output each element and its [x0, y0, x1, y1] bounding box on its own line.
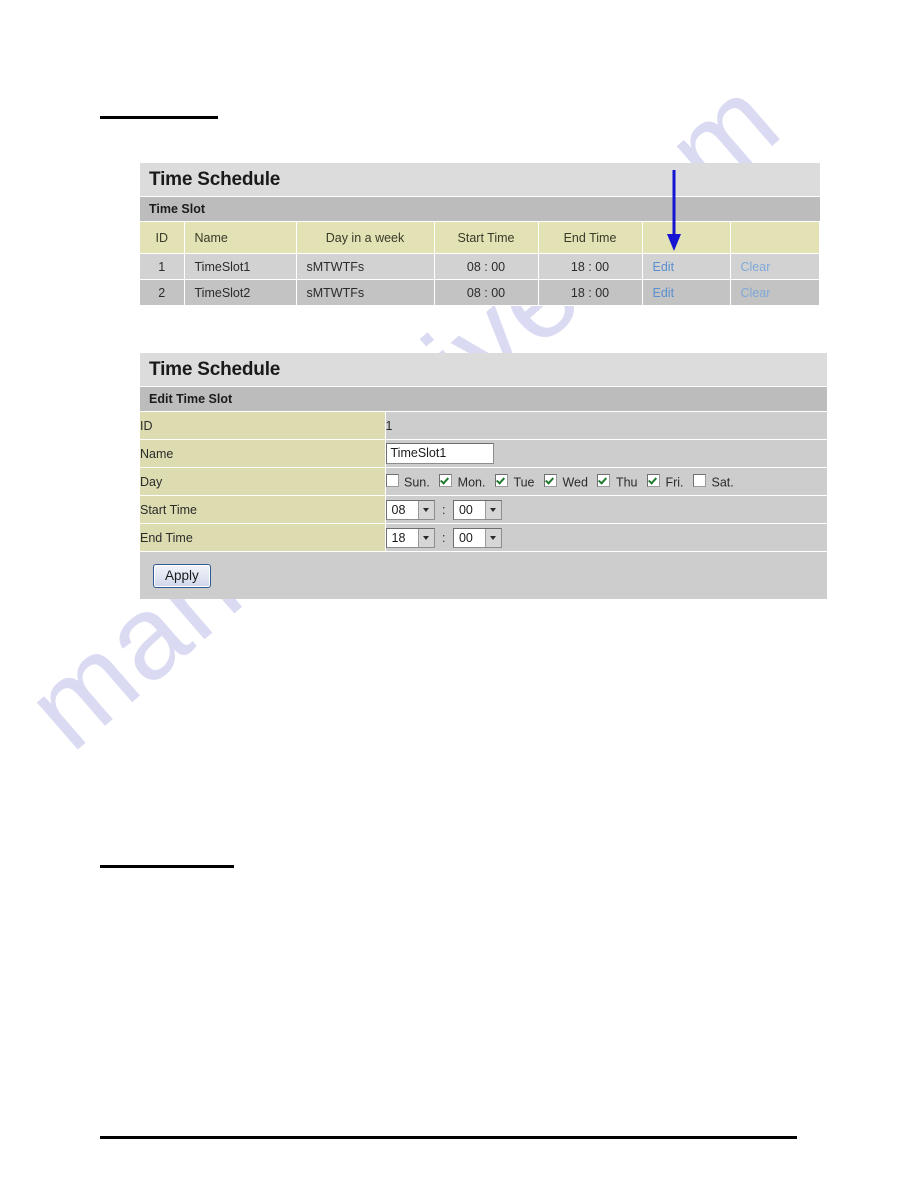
column-header-day-in-a-week: Day in a week	[296, 221, 435, 254]
value-id: 1	[385, 411, 827, 440]
clear-link[interactable]: Clear	[741, 260, 771, 274]
start-time-separator: :	[441, 502, 446, 517]
day-label-tue: Tue	[513, 475, 535, 490]
column-header-end-time: End Time	[538, 221, 643, 254]
edit-link[interactable]: Edit	[653, 260, 675, 274]
checkbox-icon-tue[interactable]	[494, 473, 508, 487]
day-label-sun: Sun.	[403, 475, 430, 490]
day-checkbox-fri[interactable]: Fri.	[646, 473, 684, 490]
annotation-arrow-down-icon	[667, 170, 681, 251]
cell-start-time: 08 : 00	[434, 279, 539, 306]
cell-clear-action[interactable]: Clear	[730, 253, 820, 280]
form-row-id: ID 1	[140, 411, 827, 440]
edit-time-slot-form: ID 1 Name TimeSlot1 Day Sun. Mon. Tue We…	[140, 411, 827, 599]
day-label-fri: Fri.	[665, 475, 684, 490]
cell-start-time: 08 : 00	[434, 253, 539, 280]
chevron-down-icon[interactable]	[417, 500, 434, 519]
end-minute-value: 00	[458, 530, 473, 545]
day-label-thu: Thu	[615, 475, 638, 490]
start-minute-value: 00	[458, 502, 473, 517]
day-checkbox-mon[interactable]: Mon.	[439, 473, 486, 490]
cell-end-time: 18 : 00	[538, 279, 643, 306]
column-header-id: ID	[140, 221, 185, 254]
edit-link[interactable]: Edit	[653, 286, 675, 300]
label-id: ID	[140, 411, 386, 440]
column-header-clear	[730, 221, 820, 254]
cell-days: sMTWTFs	[296, 279, 435, 306]
cell-end-time: 18 : 00	[538, 253, 643, 280]
start-hour-select[interactable]: 08	[385, 499, 435, 520]
chevron-down-icon[interactable]	[484, 528, 501, 547]
name-input[interactable]: TimeSlot1	[385, 443, 494, 464]
end-minute-select[interactable]: 00	[452, 527, 502, 548]
form-row-end-time: End Time 18 : 00	[140, 523, 827, 552]
form-footer-row: Apply	[140, 551, 827, 599]
edit-panel-subtitle: Edit Time Slot	[140, 386, 827, 411]
chevron-down-icon[interactable]	[417, 528, 434, 547]
top-heading-rule	[100, 116, 218, 119]
time-slot-table: ID Name Day in a week Start Time End Tim…	[140, 221, 820, 306]
time-slot-panel-title: Time Schedule	[140, 163, 820, 196]
column-header-name: Name	[184, 221, 297, 254]
cell-clear-action[interactable]: Clear	[730, 279, 820, 306]
table-header-row: ID Name Day in a week Start Time End Tim…	[140, 221, 820, 254]
form-row-start-time: Start Time 08 : 00	[140, 495, 827, 524]
clear-link[interactable]: Clear	[741, 286, 771, 300]
mid-heading-rule	[100, 865, 234, 868]
end-hour-select[interactable]: 18	[385, 527, 435, 548]
footer-rule	[100, 1136, 797, 1139]
chevron-down-icon[interactable]	[484, 500, 501, 519]
form-row-name: Name TimeSlot1	[140, 439, 827, 468]
column-header-edit	[642, 221, 731, 254]
cell-name: TimeSlot2	[184, 279, 297, 306]
apply-button[interactable]: Apply	[153, 563, 211, 588]
checkbox-icon-wed[interactable]	[544, 473, 557, 487]
value-name: TimeSlot1	[385, 439, 827, 468]
checkbox-icon-mon[interactable]	[439, 473, 453, 487]
cell-days: sMTWTFs	[296, 253, 435, 280]
checkbox-icon-fri[interactable]	[646, 473, 660, 487]
day-checkbox-sat[interactable]: Sat.	[693, 473, 734, 490]
table-row: 2 TimeSlot2 sMTWTFs 08 : 00 18 : 00 Edit…	[140, 279, 820, 306]
checkbox-icon-sun[interactable]	[385, 473, 399, 487]
label-name: Name	[140, 439, 386, 468]
end-time-separator: :	[441, 530, 446, 545]
checkbox-icon-sat[interactable]	[693, 473, 706, 487]
label-start-time: Start Time	[140, 495, 386, 524]
edit-time-slot-panel: Time Schedule Edit Time Slot ID 1 Name T…	[140, 353, 827, 599]
form-actions: Apply	[140, 551, 827, 599]
day-label-mon: Mon.	[457, 475, 486, 490]
end-hour-value: 18	[391, 530, 406, 545]
day-checkbox-sun[interactable]: Sun.	[385, 473, 430, 490]
form-row-day: Day Sun. Mon. Tue Wed Thu Fri. Sat.	[140, 467, 827, 496]
start-hour-value: 08	[391, 502, 406, 517]
day-checkbox-group: Sun. Mon. Tue Wed Thu Fri. Sat.	[385, 473, 740, 490]
value-day: Sun. Mon. Tue Wed Thu Fri. Sat.	[385, 467, 827, 496]
day-label-wed: Wed	[562, 475, 588, 490]
cell-id: 1	[140, 253, 185, 280]
checkbox-icon-thu[interactable]	[597, 473, 611, 487]
column-header-start-time: Start Time	[434, 221, 539, 254]
table-row: 1 TimeSlot1 sMTWTFs 08 : 00 18 : 00 Edit…	[140, 253, 820, 280]
edit-panel-title: Time Schedule	[140, 353, 827, 386]
value-end-time: 18 : 00	[385, 523, 827, 552]
cell-edit-action[interactable]: Edit	[642, 279, 731, 306]
label-end-time: End Time	[140, 523, 386, 552]
day-checkbox-thu[interactable]: Thu	[597, 473, 638, 490]
day-checkbox-tue[interactable]: Tue	[494, 473, 535, 490]
day-checkbox-wed[interactable]: Wed	[544, 473, 588, 490]
start-minute-select[interactable]: 00	[452, 499, 502, 520]
cell-name: TimeSlot1	[184, 253, 297, 280]
value-start-time: 08 : 00	[385, 495, 827, 524]
cell-edit-action[interactable]: Edit	[642, 253, 731, 280]
day-label-sat: Sat.	[711, 475, 734, 490]
label-day: Day	[140, 467, 386, 496]
time-slot-panel-subtitle: Time Slot	[140, 196, 820, 221]
cell-id: 2	[140, 279, 185, 306]
time-slot-panel: Time Schedule Time Slot ID Name Day in a…	[140, 163, 820, 306]
